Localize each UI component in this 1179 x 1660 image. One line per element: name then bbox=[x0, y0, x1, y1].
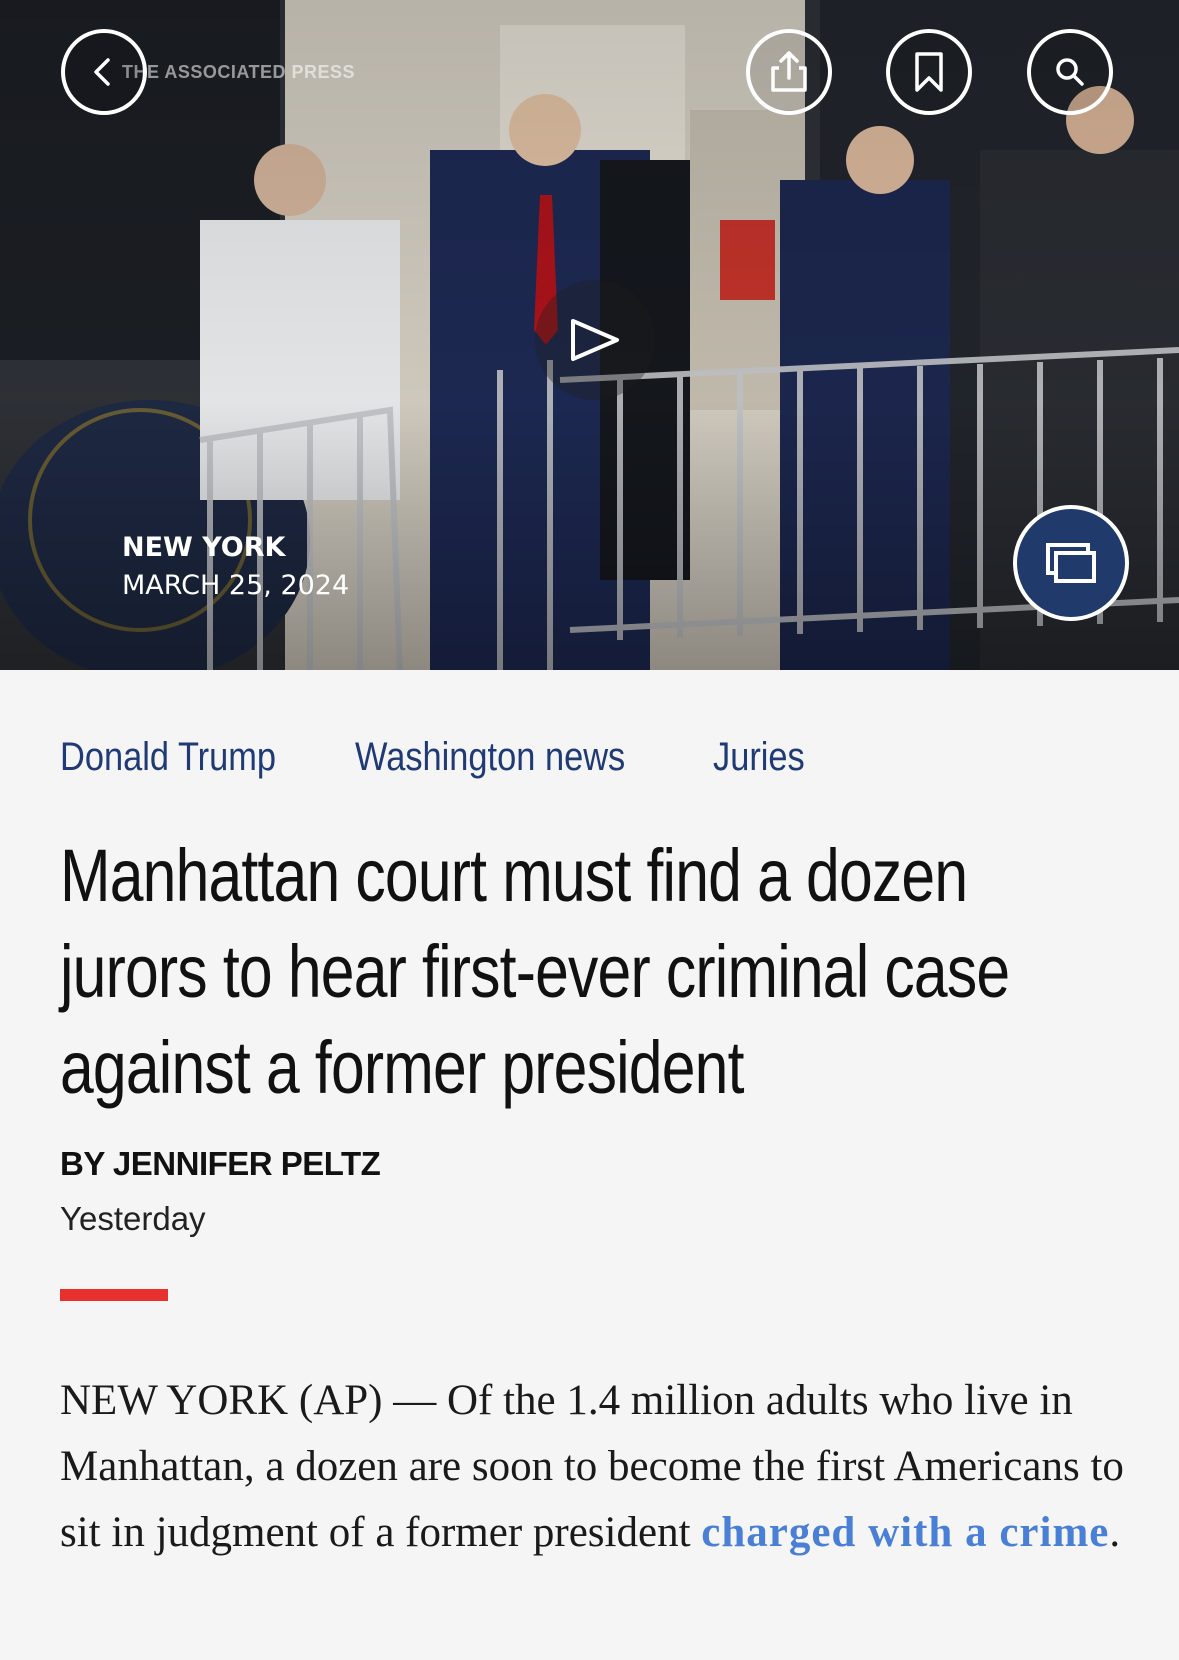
chevron-left-icon bbox=[94, 58, 110, 86]
search-button[interactable] bbox=[1027, 29, 1113, 115]
article-headline: Manhattan court must find a dozen jurors… bbox=[60, 828, 1120, 1116]
back-button[interactable] bbox=[61, 29, 147, 115]
picture-in-picture-icon bbox=[1046, 543, 1096, 583]
timestamp: Yesterday bbox=[60, 1200, 206, 1237]
article-body: NEW YORK (AP) — Of the 1.4 million adult… bbox=[60, 1368, 1130, 1566]
headline-line: against a former president bbox=[60, 1026, 744, 1109]
headline-line: jurors to hear first-ever criminal case bbox=[60, 930, 1010, 1013]
tag-washington-news[interactable]: Washington news bbox=[355, 735, 625, 780]
tag-donald-trump[interactable]: Donald Trump bbox=[60, 735, 276, 780]
body-link-charged-with-a-crime[interactable]: charged with a crime bbox=[701, 1509, 1109, 1556]
play-icon bbox=[571, 319, 619, 361]
search-icon bbox=[1056, 58, 1084, 86]
play-button[interactable] bbox=[535, 280, 655, 400]
video-location: NEW YORK bbox=[122, 532, 286, 563]
body-trailing: . bbox=[1109, 1509, 1121, 1556]
video-date: MARCH 25, 2024 bbox=[122, 570, 350, 601]
share-button[interactable] bbox=[746, 29, 832, 115]
picture-in-picture-button[interactable] bbox=[1013, 505, 1129, 621]
share-icon bbox=[771, 51, 807, 92]
headline-line: Manhattan court must find a dozen bbox=[60, 834, 968, 917]
watermark-text: THE ASSOCIATED PRESS bbox=[122, 62, 356, 82]
topic-tags: Donald Trump Washington news Juries bbox=[60, 735, 820, 780]
hero-video[interactable]: THE ASSOCIATED PRESS NEW YORK MARCH 25, … bbox=[0, 0, 1179, 670]
byline: BY JENNIFER PELTZ bbox=[60, 1145, 381, 1182]
bookmark-button[interactable] bbox=[886, 29, 972, 115]
tag-juries[interactable]: Juries bbox=[713, 735, 805, 780]
accent-rule bbox=[60, 1289, 168, 1301]
bookmark-icon bbox=[915, 52, 943, 92]
